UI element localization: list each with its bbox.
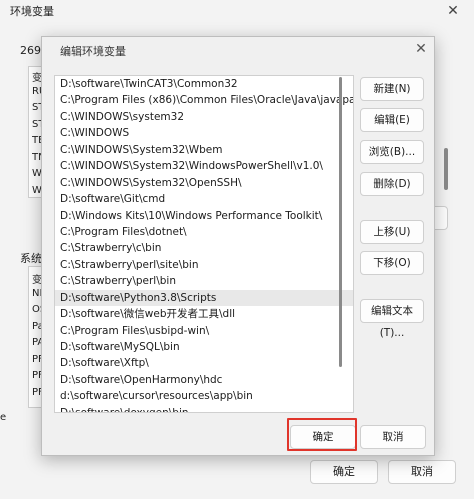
path-list-item[interactable]: C:\Program Files\usbipd-win\ — [55, 323, 353, 339]
dialog-cancel-button[interactable]: 取消 — [360, 425, 426, 449]
outer-cancel-button[interactable]: 取消 — [388, 460, 456, 484]
path-list-item[interactable]: d:\software\cursor\resources\app\bin — [55, 388, 353, 404]
ok-button-highlight — [287, 418, 357, 451]
move-down-button[interactable]: 下移(O) — [360, 251, 424, 275]
path-list-item[interactable]: D:\software\Xftp\ — [55, 355, 353, 371]
edit-button[interactable]: 编辑(E) — [360, 108, 424, 132]
path-list-item[interactable]: C:\Strawberry\perl\bin — [55, 273, 353, 289]
browse-button[interactable]: 浏览(B)... — [360, 140, 424, 164]
outer-window-title: 环境变量 — [10, 5, 54, 18]
delete-button[interactable]: 删除(D) — [360, 172, 424, 196]
system-variables-group-label: 系统 — [20, 250, 42, 266]
path-list-item[interactable]: D:\software\TwinCAT3\Common32 — [55, 76, 353, 92]
path-list-item[interactable]: D:\software\OpenHarmony\hdc — [55, 372, 353, 388]
outer-ok-button[interactable]: 确定 — [310, 460, 378, 484]
path-list-item[interactable]: D:\software\微信web开发者工具\dll — [55, 306, 353, 322]
path-list-item[interactable]: C:\WINDOWS\system32 — [55, 109, 353, 125]
path-list-item[interactable]: C:\Strawberry\perl\site\bin — [55, 257, 353, 273]
path-list-item[interactable]: C:\WINDOWS\System32\OpenSSH\ — [55, 175, 353, 191]
path-list-item[interactable]: D:\software\Python3.8\Scripts — [55, 289, 353, 307]
move-up-button[interactable]: 上移(U) — [360, 220, 424, 244]
path-list-item[interactable]: D:\software\doxygen\bin — [55, 405, 353, 412]
dialog-title: 编辑环境变量 — [60, 45, 126, 58]
path-list-scrollbar-thumb[interactable] — [339, 77, 342, 367]
edit-environment-variable-dialog: 编辑环境变量 ✕ D:\software\TwinCAT3\Common32 C:… — [41, 36, 435, 456]
path-list[interactable]: D:\software\TwinCAT3\Common32 C:\Program … — [54, 75, 354, 413]
path-list-item[interactable]: D:\software\Git\cmd — [55, 191, 353, 207]
outer-scrollbar-thumb[interactable] — [444, 148, 448, 190]
path-list-item[interactable]: C:\Program Files (x86)\Common Files\Orac… — [55, 92, 353, 108]
edit-text-button[interactable]: 编辑文本(T)... — [360, 299, 424, 339]
outer-close-icon[interactable]: ✕ — [446, 4, 460, 18]
path-list-item[interactable]: D:\Windows Kits\10\Windows Performance T… — [55, 208, 353, 224]
path-list-item[interactable]: C:\Strawberry\c\bin — [55, 240, 353, 256]
path-list-item[interactable]: C:\WINDOWS\System32\WindowsPowerShell\v1… — [55, 158, 353, 174]
path-list-item[interactable]: D:\software\MySQL\bin — [55, 339, 353, 355]
dialog-close-icon[interactable]: ✕ — [414, 42, 428, 56]
left-edge-fragment: e — [0, 412, 7, 423]
new-button[interactable]: 新建(N) — [360, 77, 424, 101]
path-list-item[interactable]: C:\Program Files\dotnet\ — [55, 224, 353, 240]
path-list-item[interactable]: C:\WINDOWS — [55, 125, 353, 141]
path-list-item[interactable]: C:\WINDOWS\System32\Wbem — [55, 142, 353, 158]
